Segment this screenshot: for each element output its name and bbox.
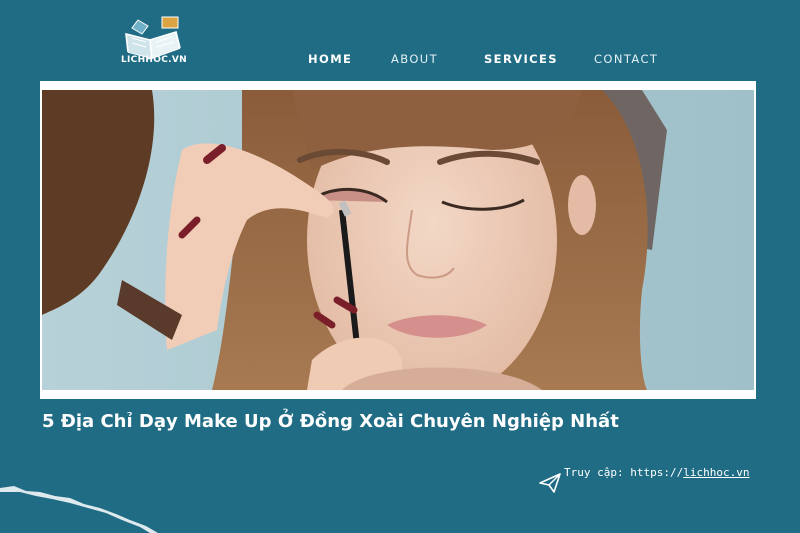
makeup-photo-illustration [42,90,754,390]
nav-contact[interactable]: CONTACT [594,52,658,66]
hero-photo [42,90,754,390]
main-nav: HOME ABOUT SERVICES CONTACT [0,52,800,68]
visit-url[interactable]: lichhoc.vn [683,466,749,479]
paper-plane-icon [539,473,561,493]
visit-label: Truy cập: https:// [564,466,684,479]
hero-image-frame [40,81,756,399]
nav-about[interactable]: ABOUT [391,52,438,66]
nav-home[interactable]: HOME [308,52,352,66]
torn-paper-decoration [0,486,158,533]
article-title[interactable]: 5 Địa Chỉ Dạy Make Up Ở Đồng Xoài Chuyên… [42,411,619,432]
nav-services[interactable]: SERVICES [484,52,558,66]
visit-text: Truy cập: https://lichhoc.vn [564,466,749,479]
